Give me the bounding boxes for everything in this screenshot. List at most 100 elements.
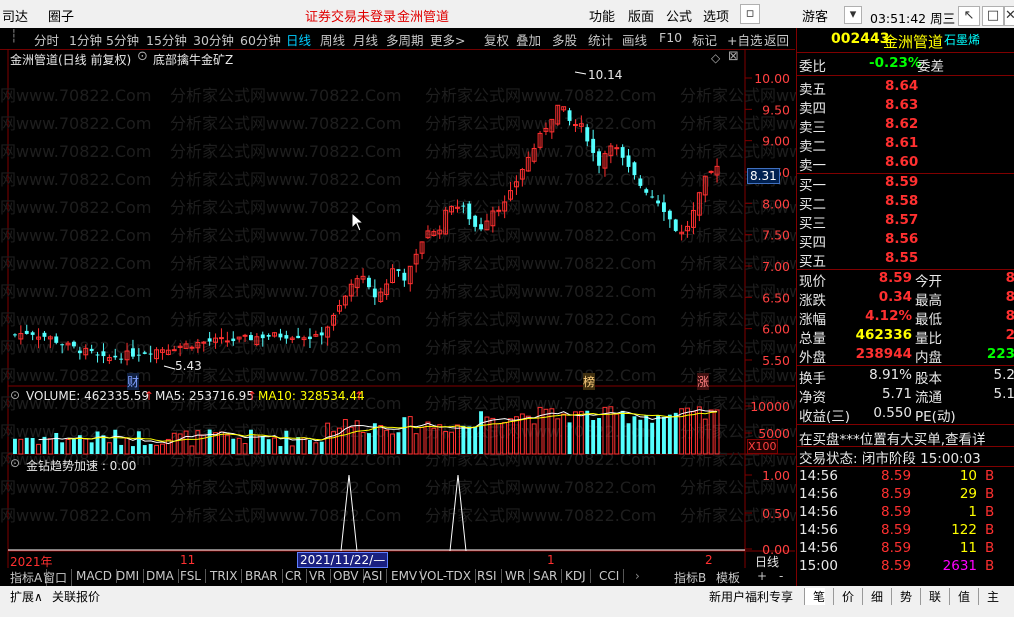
menu-layout[interactable]: 版面 (628, 6, 654, 25)
bid-row[interactable]: 买二 8.58 (797, 193, 1014, 213)
period-multi[interactable]: 多周期 (386, 30, 424, 49)
ask-row[interactable]: 卖二 8.61 (797, 135, 1014, 155)
menu-options[interactable]: 选项 (703, 6, 729, 25)
chart-close-icon[interactable]: ⊠ (728, 49, 739, 64)
action-fuquan[interactable]: 复权 (484, 30, 509, 49)
high-pointer (574, 71, 587, 75)
finance-marker[interactable]: 财 (127, 373, 140, 390)
action-add-favorite[interactable]: +自选 (727, 30, 762, 49)
formula-toggle-icon[interactable]: ⊙ (137, 49, 148, 64)
ask-price: 8.63 (885, 97, 919, 113)
indicator-tab[interactable]: DMA (146, 569, 179, 583)
bid-row[interactable]: 买三 8.57 (797, 212, 1014, 232)
indicator-tab[interactable]: 窗口 (43, 569, 73, 586)
indicator-tab[interactable]: 指标A (10, 569, 48, 586)
indicator-tab[interactable]: KDJ (565, 569, 591, 583)
indicator-tab[interactable]: EMV (391, 569, 423, 583)
indicator-tab[interactable]: VR (309, 569, 331, 583)
kline-chart[interactable]: 分析家公式网www.70822.Com 分析家公式网www.70822.Com 分析… (0, 49, 796, 568)
diamond-icon[interactable]: ◇ (711, 51, 720, 65)
watermark-text: 分析家公式网www.70822.Com (0, 142, 151, 161)
restore-small-icon[interactable]: ▫ (740, 4, 760, 24)
period-more[interactable]: 更多> (430, 30, 465, 49)
formula-name[interactable]: 底部擒牛金矿Z (153, 51, 233, 68)
candle-body-down (473, 215, 478, 227)
indicator-axis-label: 1.00 (762, 468, 790, 483)
watermark-text: 分析家公式网www.70822.Com (170, 338, 401, 357)
fundamental-row: 换手 8.91% 股本 5.2 (797, 367, 1014, 387)
action-mark[interactable]: 标记 (692, 30, 717, 49)
period-fenshi[interactable]: 分时 (34, 30, 59, 49)
menu-formula[interactable]: 公式 (666, 6, 692, 25)
indicator-tab[interactable]: DMI (116, 569, 145, 583)
concept-tag[interactable]: 石墨烯 (944, 31, 980, 48)
indicator-right-tab[interactable]: 模板 (716, 569, 744, 586)
indicator-tab[interactable]: BRAR (245, 569, 283, 583)
action-draw[interactable]: 画线 (622, 30, 647, 49)
detail-tab[interactable]: 细 (862, 588, 883, 605)
menu-function[interactable]: 功能 (589, 6, 615, 25)
volume-toggle-icon[interactable]: ⊙ (10, 388, 20, 402)
user-label[interactable]: 游客 (802, 6, 828, 25)
user-dropdown-icon[interactable]: ▾ (844, 6, 862, 24)
indicator-tab[interactable]: ASI (363, 569, 388, 583)
period-5min[interactable]: 5分钟 (106, 30, 139, 49)
close-button[interactable]: ✕ (1004, 6, 1014, 26)
stat-label: 涨幅 (799, 312, 826, 328)
period-daily[interactable]: 日线 (286, 30, 311, 49)
bid-row[interactable]: 买四 8.56 (797, 231, 1014, 251)
action-stats[interactable]: 统计 (588, 30, 613, 49)
period-monthly[interactable]: 月线 (353, 30, 378, 49)
detail-tab[interactable]: 价 (833, 588, 854, 605)
maximize-button[interactable]: □ (982, 6, 1004, 26)
detail-tab[interactable]: 联 (920, 588, 941, 605)
candle-body-down (638, 178, 643, 186)
bid-row[interactable]: 买一 8.59 (797, 174, 1014, 194)
bid-row[interactable]: 买五 8.55 (797, 250, 1014, 270)
action-multistock[interactable]: 多股 (552, 30, 577, 49)
minimize-button[interactable]: ↖ (958, 6, 980, 26)
action-overlay[interactable]: 叠加 (516, 30, 541, 49)
period-weekly[interactable]: 周线 (320, 30, 345, 49)
order-notice[interactable]: 在买盘***位置有大买单,查看详 (799, 428, 986, 448)
low-price-label: 5.43 (175, 359, 202, 373)
action-f10[interactable]: F10 (659, 30, 682, 45)
period-30min[interactable]: 30分钟 (193, 30, 234, 49)
indicator-right-tab[interactable]: - (779, 569, 787, 583)
indicator-tab[interactable]: RSI (477, 569, 502, 583)
related-quote-button[interactable]: 关联报价 (52, 588, 100, 605)
indicator-tab[interactable]: SAR (533, 569, 563, 583)
indicator-tab[interactable]: CR (285, 569, 307, 583)
detail-tab[interactable]: 笔 (804, 588, 826, 605)
menu-circle[interactable]: 圈子 (48, 6, 74, 25)
ask-row[interactable]: 卖三 8.62 (797, 116, 1014, 136)
ask-row[interactable]: 卖五 8.64 (797, 78, 1014, 98)
limit-up-marker[interactable]: 涨 (697, 373, 710, 390)
indicator-tab[interactable]: TRIX (210, 569, 243, 583)
detail-tab[interactable]: 值 (949, 588, 970, 605)
detail-tab[interactable]: 主 (978, 588, 999, 605)
indicator-tab[interactable]: VOL-TDX (419, 569, 476, 583)
ask-row[interactable]: 卖一 8.60 (797, 154, 1014, 174)
tick-row: 14:56 8.59 1 B (797, 504, 1014, 523)
indicator-tab[interactable]: CCI (599, 569, 625, 583)
watermark-text: 分析家公式网www.70822.Com (425, 506, 656, 525)
detail-tab[interactable]: 势 (891, 588, 912, 605)
indicator-tab[interactable]: MACD (76, 569, 117, 583)
rank-marker[interactable]: 榜 (583, 373, 596, 390)
indicator-tab[interactable]: FSL (180, 569, 206, 583)
indicator-right-tab[interactable]: 指标B (674, 569, 710, 586)
period-60min[interactable]: 60分钟 (240, 30, 281, 49)
ask-row[interactable]: 卖四 8.63 (797, 97, 1014, 117)
indicator-tab[interactable]: WR (505, 569, 531, 583)
period-1min[interactable]: 1分钟 (69, 30, 102, 49)
tabs-scroll-icon[interactable]: › (635, 569, 644, 583)
new-user-notice[interactable]: 新用户福利专享 (709, 588, 793, 605)
indicator-right-tab[interactable]: + (757, 569, 771, 583)
period-15min[interactable]: 15分钟 (146, 30, 187, 49)
action-back[interactable]: 返回 (764, 30, 789, 49)
login-notice[interactable]: 证券交易未登录 (305, 6, 396, 25)
indicator-tab[interactable]: OBV (333, 569, 364, 583)
indicator-toggle-icon[interactable]: ⊙ (10, 456, 20, 470)
expand-button[interactable]: 扩展∧ (10, 588, 43, 605)
